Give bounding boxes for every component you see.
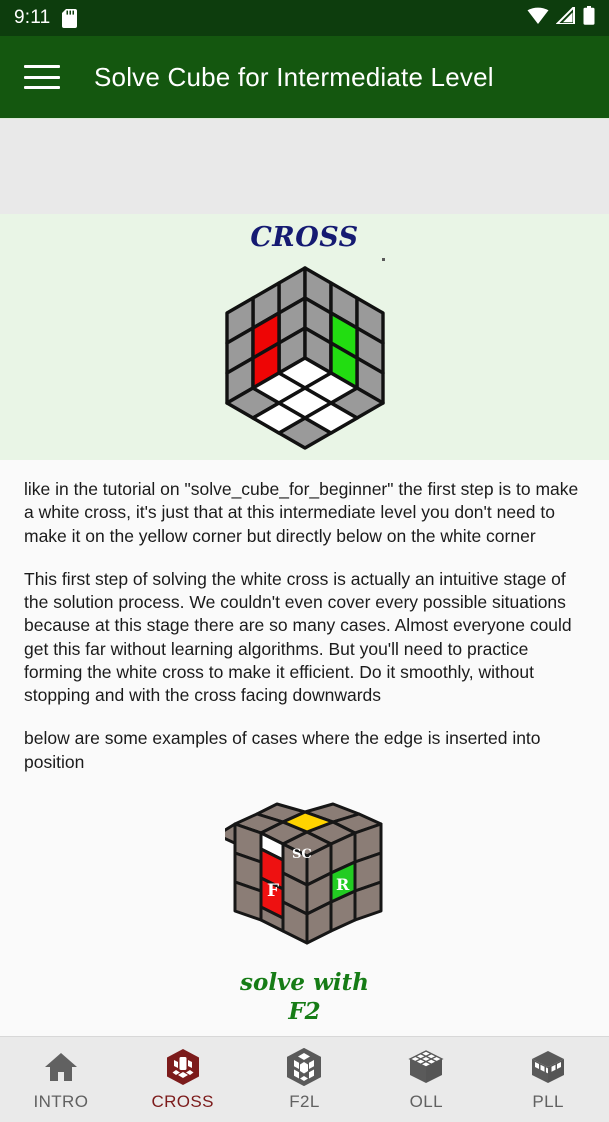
paragraph-3: below are some examples of cases where t… [24,728,541,772]
wifi-icon [527,7,549,29]
nav-label-pll: PLL [532,1092,564,1111]
hero-image-panel: CROSS [0,214,609,460]
nav-item-pll[interactable]: PLL [487,1037,609,1122]
nav-label-intro: INTRO [33,1092,89,1111]
nav-item-intro[interactable]: INTRO [0,1037,122,1122]
figure-caption-line-1: solve with [240,968,369,996]
page-title: Solve Cube for Intermediate Level [94,61,494,92]
figure-caption-line-2: F2 [288,997,321,1025]
cross-cube-icon [165,1047,201,1087]
home-icon [44,1047,78,1087]
pll-cube-icon [529,1047,567,1087]
nav-item-f2l[interactable]: F2L [244,1037,366,1122]
nav-label-oll: OLL [409,1092,443,1111]
status-right-icons [527,4,595,30]
cellular-signal-icon [554,4,576,29]
app-bar: Solve Cube for Intermediate Level [0,36,609,118]
svg-text:R: R [336,875,350,894]
f2l-cube-icon [286,1047,322,1087]
paragraph-2: This first step of solving the white cro… [24,568,572,706]
nav-label-cross: CROSS [151,1092,214,1111]
app-root: 9:11 Solve Cube for Intermediate Level C… [0,0,609,1122]
cross-cube-illustration [205,258,405,460]
nav-label-f2l: F2L [289,1092,320,1111]
content-scroll-area[interactable]: CROSS like in the tutorial on "solve_cub… [0,214,609,1036]
paragraph-1: like in the tutorial on "solve_cube_for_… [24,479,579,546]
svg-text:F: F [267,881,279,901]
ad-banner-placeholder[interactable] [0,118,609,214]
battery-icon [583,6,595,30]
edge-insert-cube-illustration: SC F R [215,800,385,965]
bottom-navigation-bar: INTRO CROSS F2L OLL PLL [0,1036,609,1122]
status-time: 9:11 [14,7,51,28]
hamburger-menu-icon[interactable] [22,62,62,92]
status-bar: 9:11 [0,0,609,36]
nav-item-cross[interactable]: CROSS [122,1037,244,1122]
nav-item-oll[interactable]: OLL [365,1037,487,1122]
article-body: like in the tutorial on "solve_cube_for_… [0,460,609,774]
oll-cube-icon [407,1047,445,1087]
example-figure: SC F R solve with F2 [0,800,609,1025]
hero-title: CROSS [250,222,359,253]
svg-text:SC: SC [292,847,312,862]
sd-card-icon [62,8,78,28]
